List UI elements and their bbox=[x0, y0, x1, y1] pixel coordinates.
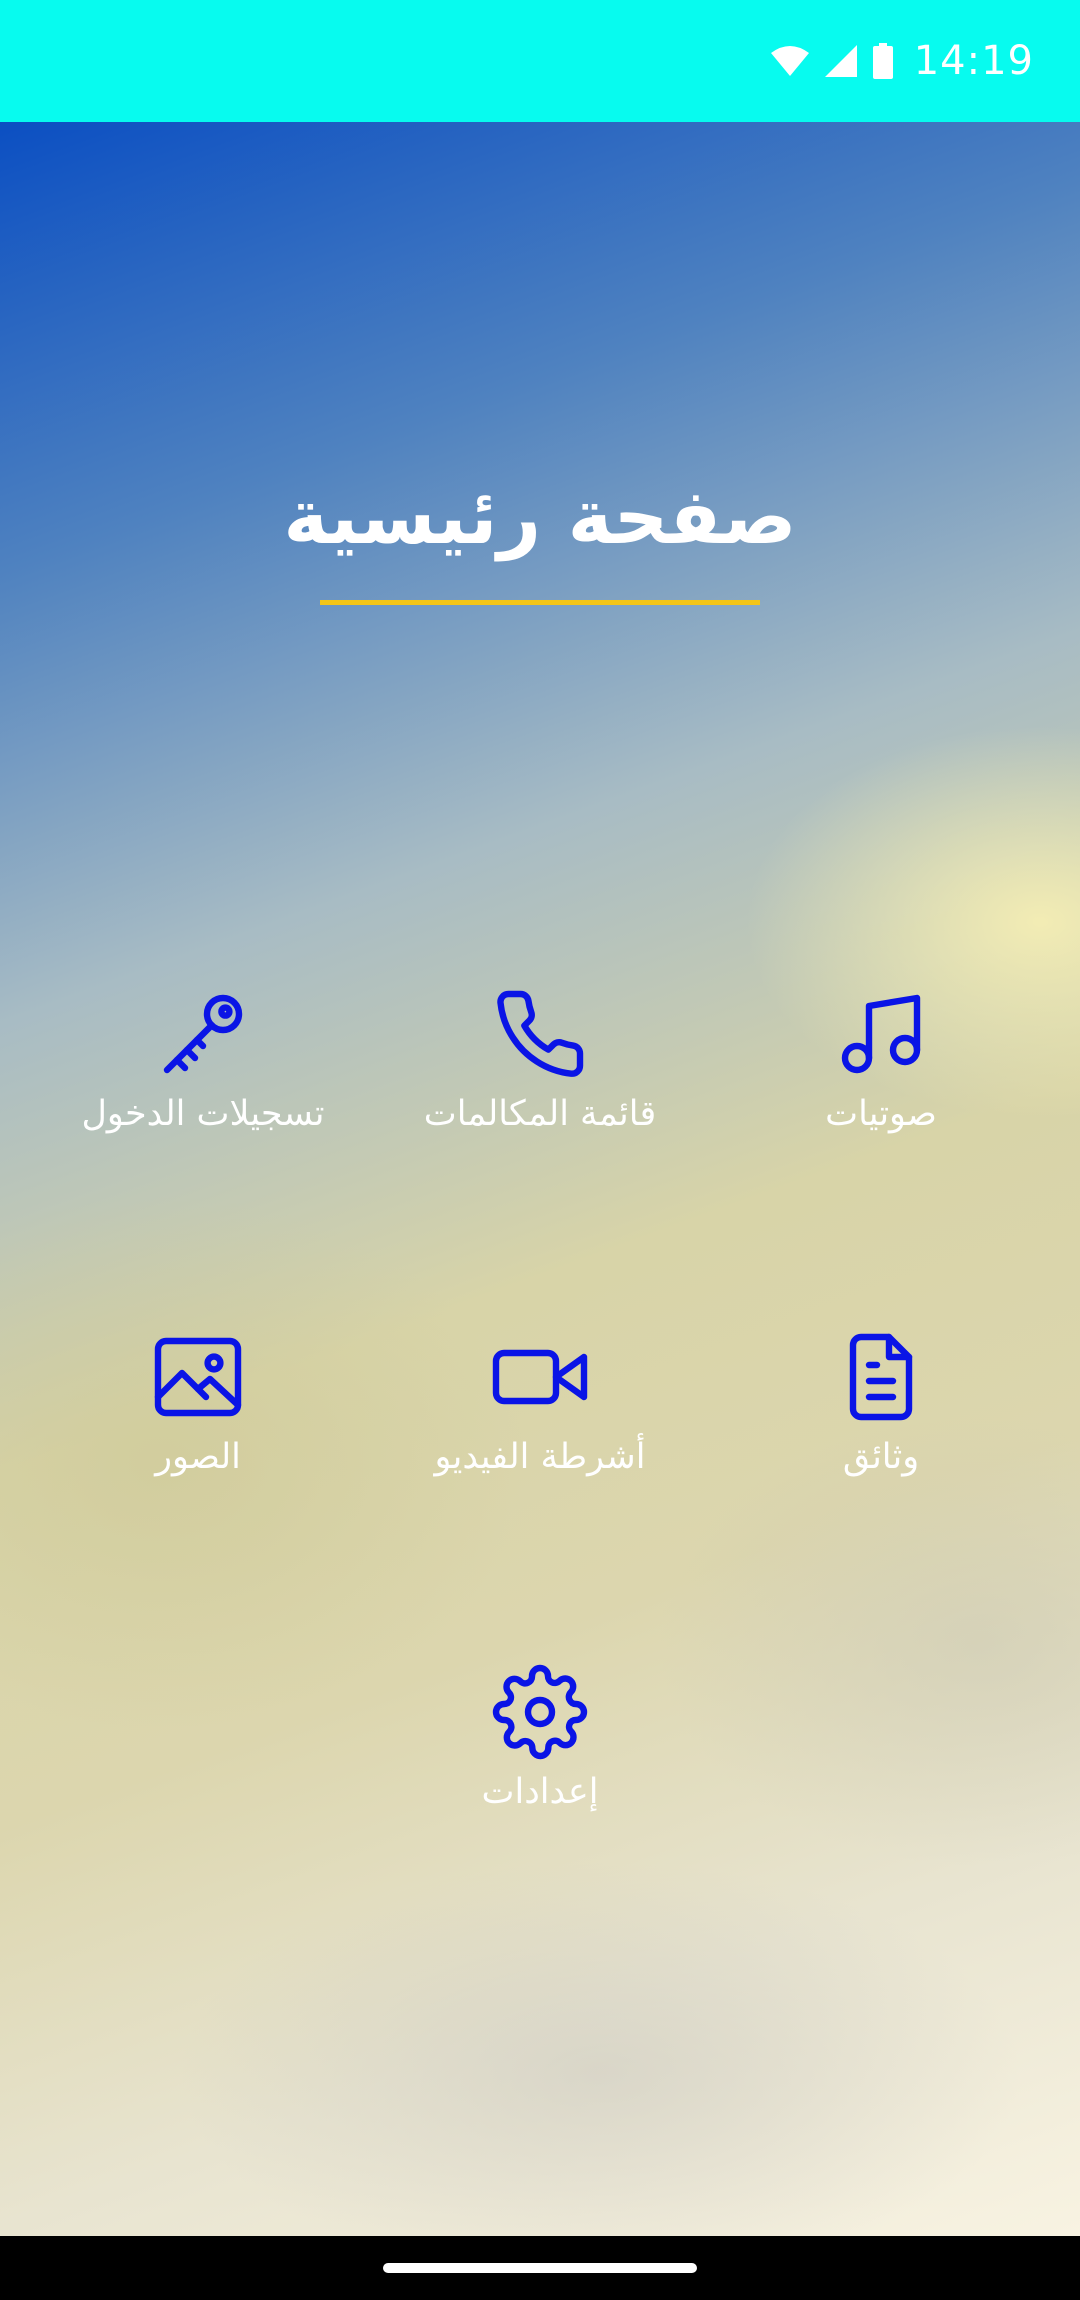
status-time: 14:19 bbox=[913, 38, 1034, 84]
key-icon bbox=[153, 984, 253, 1084]
tile-label: تسجيلات الدخول bbox=[81, 1094, 325, 1134]
phone-icon bbox=[490, 984, 590, 1084]
title-underline bbox=[320, 600, 760, 605]
tile-documents[interactable]: وثائق bbox=[731, 1327, 1031, 1527]
cell-signal-icon bbox=[824, 44, 858, 78]
tile-label: صوتيات bbox=[825, 1094, 937, 1134]
home-indicator[interactable] bbox=[383, 2263, 697, 2273]
music-note-icon bbox=[831, 984, 931, 1084]
gear-icon bbox=[490, 1662, 590, 1762]
battery-icon bbox=[872, 43, 894, 79]
video-camera-icon bbox=[490, 1327, 590, 1427]
tile-settings[interactable]: إعدادات bbox=[390, 1662, 690, 1862]
page-title: صفحة رئيسية bbox=[283, 472, 797, 561]
navigation-bar bbox=[0, 2236, 1080, 2300]
tile-label: وثائق bbox=[842, 1437, 920, 1477]
tile-audio[interactable]: صوتيات bbox=[731, 984, 1031, 1184]
tile-label: إعدادات bbox=[481, 1772, 599, 1812]
status-bar: 14:19 bbox=[0, 0, 1080, 122]
wifi-icon bbox=[770, 45, 810, 77]
tile-videos[interactable]: أشرطة الفيديو bbox=[390, 1327, 690, 1527]
tile-label: الصور bbox=[155, 1437, 241, 1477]
tile-call-log[interactable]: قائمة المكالمات bbox=[390, 984, 690, 1184]
tile-label: أشرطة الفيديو bbox=[434, 1437, 646, 1477]
status-icons: 14:19 bbox=[770, 34, 1034, 88]
document-icon bbox=[831, 1327, 931, 1427]
tile-photos[interactable]: الصور bbox=[48, 1327, 348, 1527]
tile-label: قائمة المكالمات bbox=[423, 1094, 657, 1134]
tile-logins[interactable]: تسجيلات الدخول bbox=[53, 984, 353, 1184]
image-icon bbox=[148, 1327, 248, 1427]
home-screen: صفحة رئيسية صوتيات قائمة المكالمات تسجيل… bbox=[0, 122, 1080, 2236]
